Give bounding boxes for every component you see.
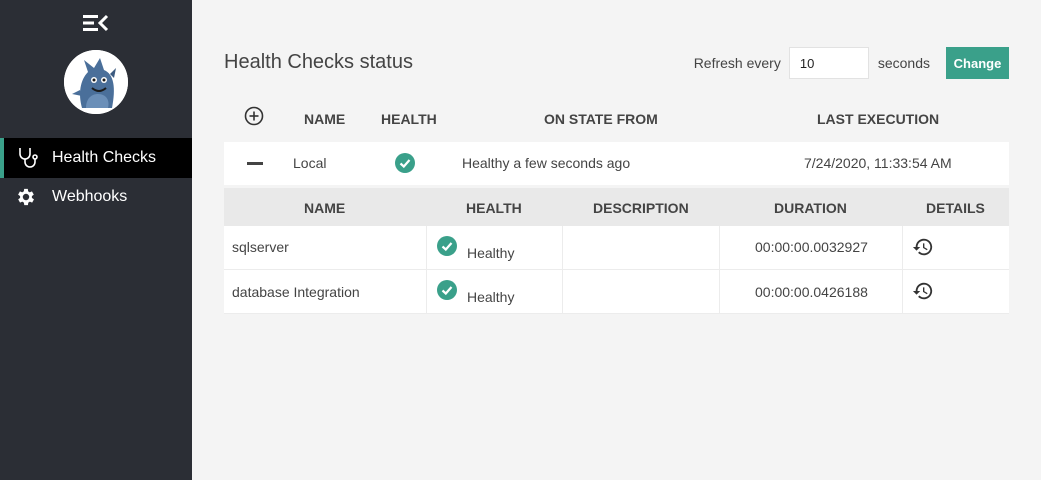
inner-table: NAME HEALTH DESCRIPTION DURATION DETAILS… — [224, 188, 1009, 314]
avatar — [64, 50, 128, 114]
column-divider — [426, 270, 427, 314]
row-on-state-from: Healthy a few seconds ago — [462, 155, 631, 171]
healthy-check-icon — [395, 153, 415, 173]
column-divider — [562, 226, 563, 270]
row-name: database Integration — [232, 284, 360, 300]
refresh-controls: Refresh every seconds Change — [694, 47, 1009, 79]
column-header-health: HEALTH — [466, 200, 522, 216]
collapse-row-icon[interactable] — [247, 162, 263, 165]
menu-collapse-icon[interactable] — [83, 12, 109, 34]
column-divider — [426, 226, 427, 270]
page-title: Health Checks status — [224, 51, 413, 73]
row-name: sqlserver — [232, 239, 289, 255]
row-duration: 00:00:00.0032927 — [755, 239, 868, 255]
column-header-on-state-from: ON STATE FROM — [544, 111, 658, 127]
row-health: Healthy — [467, 289, 515, 305]
column-header-name: NAME — [304, 111, 346, 127]
column-header-name: NAME — [304, 200, 346, 216]
change-button[interactable]: Change — [946, 47, 1009, 79]
refresh-interval-input[interactable] — [788, 47, 869, 79]
sidebar-item-label: Webhooks — [52, 188, 128, 205]
table-row: database Integration Healthy 00:00:00.04… — [224, 270, 1009, 314]
history-icon[interactable] — [912, 280, 934, 302]
stethoscope-icon — [4, 146, 52, 170]
column-divider — [902, 270, 903, 314]
column-divider — [902, 226, 903, 270]
gear-icon — [0, 186, 52, 208]
table-row: sqlserver Healthy 00:00:00.0032927 — [224, 226, 1009, 270]
sidebar-item-webhooks[interactable]: Webhooks — [0, 177, 192, 217]
column-divider — [562, 270, 563, 314]
history-icon[interactable] — [912, 236, 934, 258]
row-health: Healthy — [467, 245, 515, 261]
healthy-check-icon — [437, 236, 457, 256]
column-header-health: HEALTH — [381, 111, 437, 127]
healthy-check-icon — [437, 280, 457, 300]
sidebar: Health Checks Webhooks — [0, 0, 192, 480]
column-header-description: DESCRIPTION — [593, 200, 689, 216]
column-divider — [719, 270, 720, 314]
column-header-details: DETAILS — [926, 200, 985, 216]
outer-table-header: NAME HEALTH ON STATE FROM LAST EXECUTION — [224, 96, 1009, 140]
row-name: Local — [293, 155, 327, 171]
expand-all-icon[interactable] — [244, 106, 264, 126]
row-duration: 00:00:00.0426188 — [755, 284, 868, 300]
sidebar-item-label: Health Checks — [52, 149, 157, 166]
column-header-duration: DURATION — [774, 200, 847, 216]
seconds-label: seconds — [877, 55, 930, 71]
sidebar-item-health-checks[interactable]: Health Checks — [0, 138, 192, 178]
column-divider — [719, 226, 720, 270]
refresh-label: Refresh every — [693, 55, 781, 71]
row-last-execution: 7/24/2020, 11:33:54 AM — [804, 155, 952, 171]
column-header-last-execution: LAST EXECUTION — [817, 111, 940, 127]
table-row[interactable]: Local Healthy a few seconds ago 7/24/202… — [224, 142, 1009, 185]
inner-table-header: NAME HEALTH DESCRIPTION DURATION DETAILS — [224, 188, 1009, 226]
